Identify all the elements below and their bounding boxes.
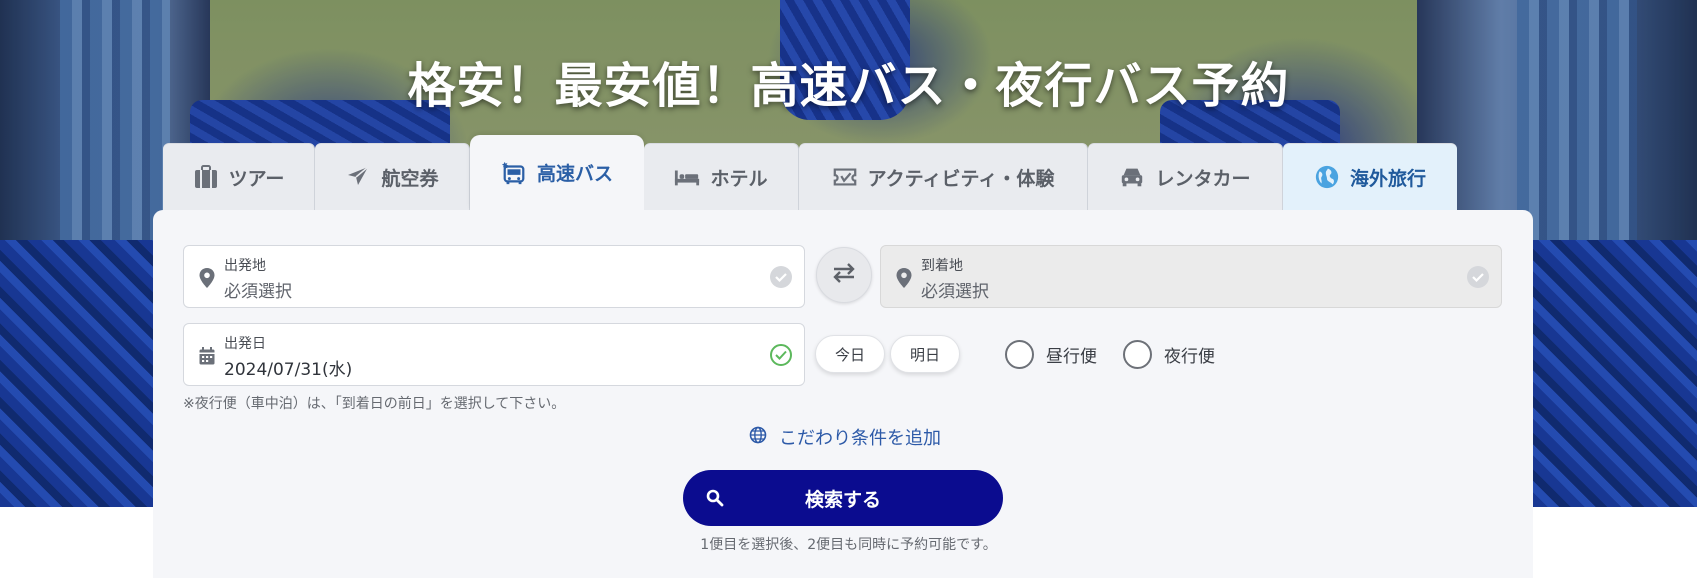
arrival-field[interactable]: 到着地 必須選択 (880, 245, 1502, 308)
airplane-icon (345, 164, 371, 190)
tab-label: アクティビティ・体験 (867, 167, 1055, 190)
search-icon (705, 488, 725, 508)
check-circle-icon (1467, 266, 1489, 288)
tab-tour[interactable]: ツアー (163, 143, 315, 210)
hero-title: 格安！最安値！高速バス・夜行バス予約 (407, 58, 1290, 114)
day-bus-label: 昼行便 (1046, 347, 1097, 367)
swap-arrows-icon (830, 261, 858, 289)
tab-label: ホテル (710, 167, 768, 190)
car-icon (1119, 164, 1145, 190)
check-circle-green-icon (770, 344, 792, 366)
night-bus-radio[interactable]: 夜行便 (1123, 340, 1215, 369)
globe-icon (1314, 164, 1340, 190)
bus-icon (501, 160, 527, 186)
check-circle-icon (770, 266, 792, 288)
tab-label: 海外旅行 (1349, 167, 1426, 190)
radio-circle (1005, 340, 1034, 369)
search-note: 1便目を選択後、2便目も同時に予約可能です。 (700, 537, 997, 553)
tab-air[interactable]: 航空券 (315, 143, 470, 210)
bed-icon (674, 164, 700, 190)
suitcase-icon (193, 164, 219, 190)
search-button-label: 検索する (804, 488, 881, 511)
calendar-icon (198, 346, 216, 368)
arrival-value: 必須選択 (921, 282, 989, 302)
tab-activity[interactable]: アクティビティ・体験 (799, 143, 1088, 210)
arrival-label: 到着地 (921, 258, 963, 274)
tab-label: 航空券 (381, 167, 439, 190)
tab-label: 高速バス (536, 163, 613, 185)
tab-overseas[interactable]: 海外旅行 (1283, 143, 1457, 210)
night-bus-label: 夜行便 (1164, 347, 1215, 367)
tomorrow-button[interactable]: 明日 (890, 335, 960, 373)
day-bus-radio[interactable]: 昼行便 (1005, 340, 1097, 369)
tab-rental-car[interactable]: レンタカー (1088, 143, 1283, 210)
location-pin-icon (198, 267, 216, 289)
swap-stations-button[interactable] (816, 247, 872, 303)
add-conditions-label: こだわり条件を追加 (779, 428, 941, 449)
night-bus-note: ※夜行便（車中泊）は、「到着日の前日」を選択して下さい。 (183, 396, 566, 412)
tab-highway-bus[interactable]: 高速バス (470, 135, 644, 210)
departure-label: 出発地 (224, 258, 266, 274)
location-pin-icon (895, 267, 913, 289)
add-conditions-link[interactable]: こだわり条件を追加 (749, 424, 941, 450)
today-button[interactable]: 今日 (815, 335, 885, 373)
departure-value: 必須選択 (224, 282, 292, 302)
departure-field[interactable]: 出発地 必須選択 (183, 245, 805, 308)
departure-date-field[interactable]: 出発日 2024/07/31(水) (183, 323, 805, 386)
ticket-icon (832, 164, 858, 190)
radio-circle (1123, 340, 1152, 369)
service-tabs: ツアー 航空券 高速バス ホテル アクティビティ・体験 レンタカー 海外旅行 (163, 135, 1457, 210)
tab-label: レンタカー (1155, 167, 1251, 190)
globe-outline-icon (749, 426, 767, 449)
tab-label: ツアー (228, 167, 285, 190)
departure-date-value: 2024/07/31(水) (224, 360, 353, 380)
departure-date-label: 出発日 (224, 336, 266, 352)
tab-hotel[interactable]: ホテル (644, 143, 799, 210)
search-button[interactable]: 検索する (683, 470, 1003, 526)
